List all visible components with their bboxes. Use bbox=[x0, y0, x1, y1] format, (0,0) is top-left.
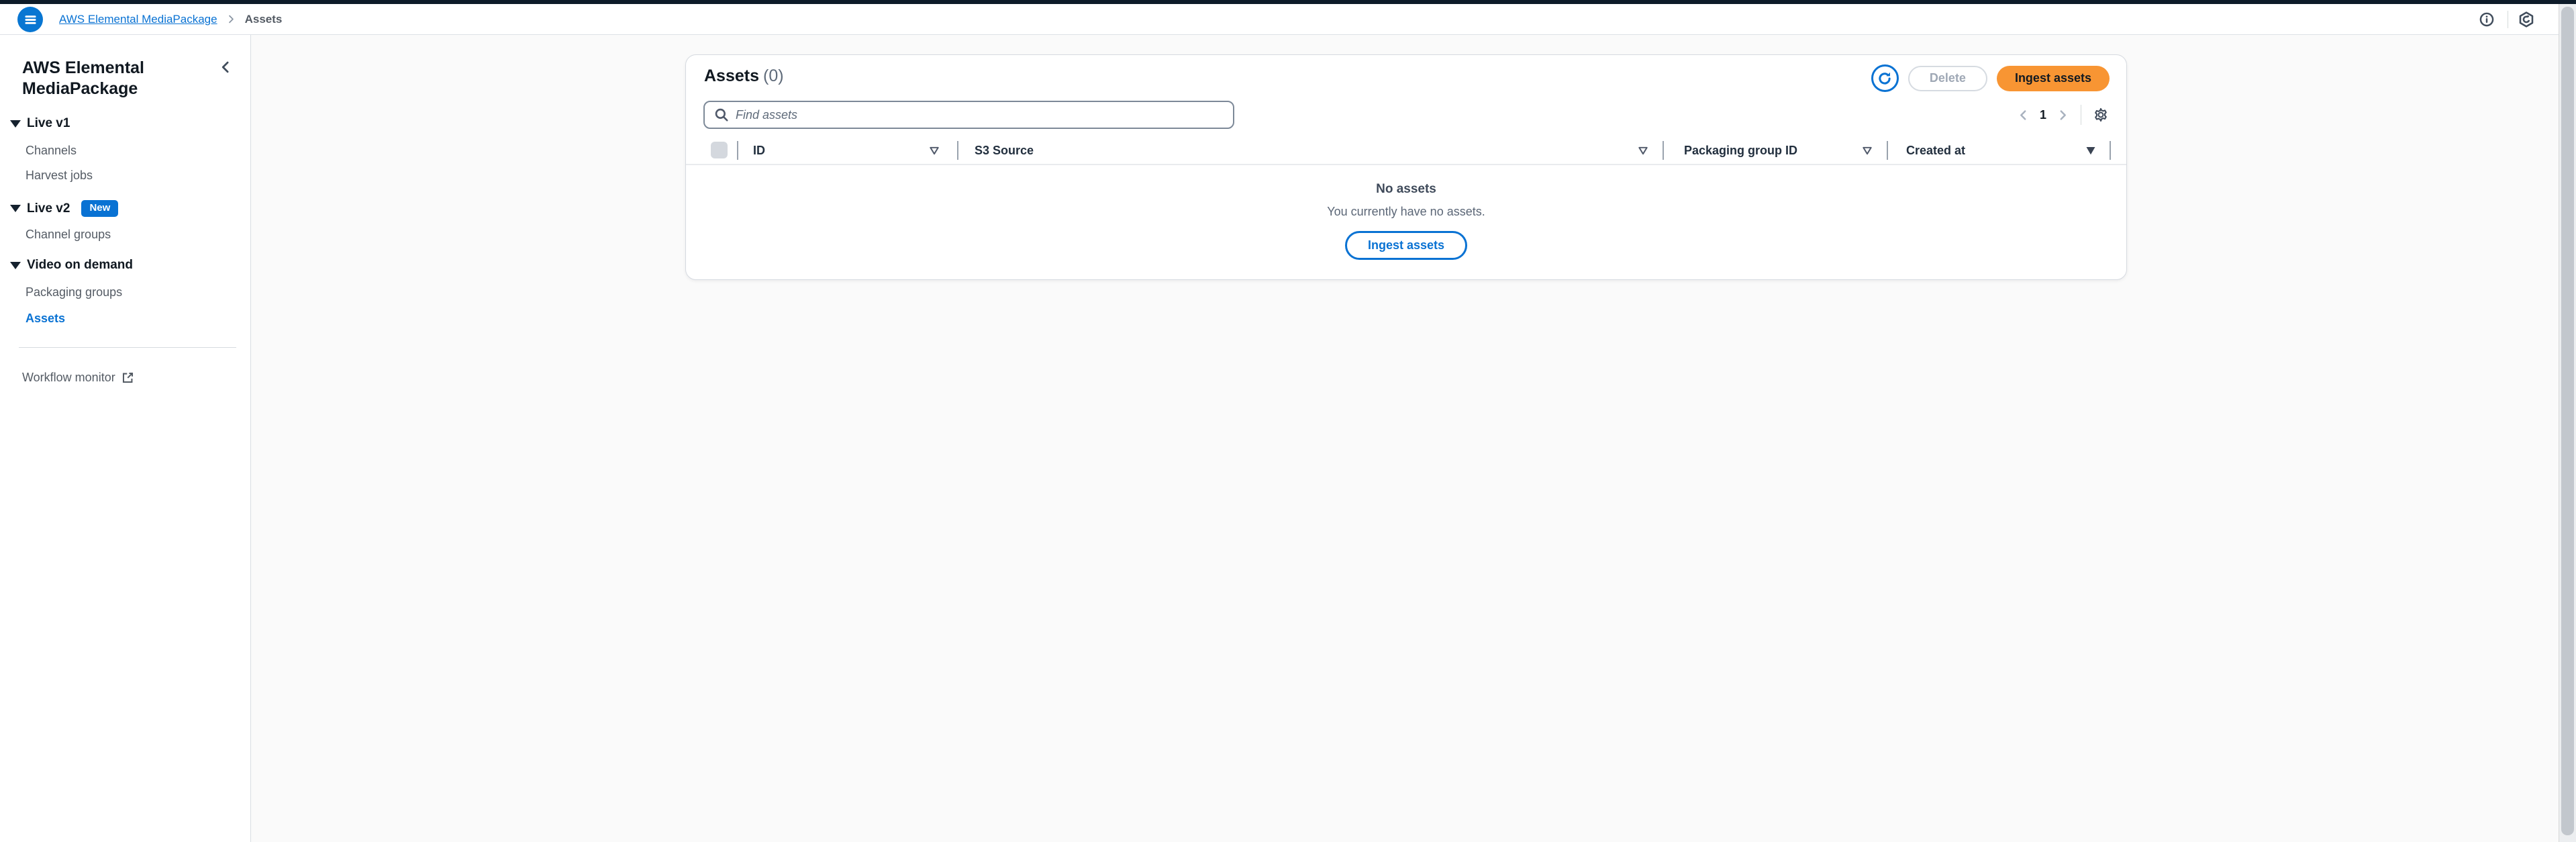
info-icon bbox=[2479, 12, 2494, 27]
triangle-down-icon bbox=[10, 262, 21, 269]
chevron-left-icon bbox=[2018, 109, 2029, 121]
assets-count: (0) bbox=[763, 66, 784, 85]
section-label: Video on demand bbox=[27, 258, 133, 273]
settings-button[interactable] bbox=[2518, 4, 2534, 34]
gear-icon bbox=[2092, 106, 2110, 124]
side-navigation: AWS Elemental MediaPackage Live v1 Chann… bbox=[0, 35, 251, 842]
table-header-row: ID S3 Source Packaging group ID Created … bbox=[686, 137, 2126, 164]
ingest-assets-empty-button[interactable]: Ingest assets bbox=[1345, 231, 1467, 260]
info-button[interactable] bbox=[2479, 4, 2494, 34]
search-icon bbox=[714, 107, 729, 122]
pagination: 1 bbox=[2018, 101, 2110, 129]
sidebar-title-link[interactable]: AWS Elemental MediaPackage bbox=[22, 58, 193, 99]
link-label: Workflow monitor bbox=[22, 371, 115, 385]
chevron-right-icon bbox=[2057, 109, 2069, 121]
breadcrumb-current: Assets bbox=[245, 13, 283, 26]
chevron-right-icon bbox=[227, 15, 236, 24]
triangle-down-icon bbox=[10, 120, 21, 128]
sidebar-section-video-on-demand[interactable]: Video on demand bbox=[10, 258, 133, 273]
search-input[interactable] bbox=[736, 102, 1233, 128]
sidebar-collapse-button[interactable] bbox=[219, 60, 232, 74]
sort-icon-outline[interactable] bbox=[1638, 146, 1648, 155]
new-badge: New bbox=[81, 200, 118, 217]
section-label: Live v1 bbox=[27, 116, 70, 131]
vertical-scrollbar-thumb[interactable] bbox=[2561, 7, 2574, 835]
sidebar-item-assets[interactable]: Assets bbox=[26, 312, 65, 326]
hexagon-gear-icon bbox=[2518, 11, 2534, 28]
table-actions: Delete Ingest assets bbox=[1871, 64, 2110, 92]
next-page-button[interactable] bbox=[2057, 109, 2069, 121]
delete-button[interactable]: Delete bbox=[1908, 66, 1987, 91]
sort-icon-outline[interactable] bbox=[929, 146, 940, 155]
table-empty-state: No assets You currently have no assets. … bbox=[686, 182, 2126, 260]
breadcrumb-app-link[interactable]: AWS Elemental MediaPackage bbox=[59, 13, 217, 26]
section-label: Live v2 bbox=[27, 201, 70, 216]
sidebar-item-channel-groups[interactable]: Channel groups bbox=[26, 228, 111, 242]
hamburger-menu-button[interactable] bbox=[17, 7, 43, 32]
hamburger-icon bbox=[23, 13, 38, 27]
top-navigation-bar: AWS Elemental MediaPackage Assets bbox=[0, 4, 2559, 35]
previous-page-button[interactable] bbox=[2018, 109, 2029, 121]
sidebar-section-live-v1[interactable]: Live v1 bbox=[10, 116, 70, 131]
column-resize-handle[interactable] bbox=[957, 141, 958, 160]
page-title-text: Assets bbox=[704, 66, 759, 85]
column-header-s3-source[interactable]: S3 Source bbox=[975, 137, 1034, 164]
column-resize-handle[interactable] bbox=[1887, 141, 1888, 160]
column-resize-handle[interactable] bbox=[1663, 141, 1664, 160]
workflow-monitor-link[interactable]: Workflow monitor bbox=[22, 371, 134, 385]
chevron-left-icon bbox=[219, 60, 232, 74]
sidebar-divider bbox=[19, 347, 236, 348]
empty-state-message: You currently have no assets. bbox=[686, 205, 2126, 219]
refresh-icon bbox=[1877, 71, 1892, 86]
empty-state-title: No assets bbox=[686, 182, 2126, 197]
column-header-id[interactable]: ID bbox=[753, 137, 765, 164]
window-top-strip bbox=[0, 0, 2576, 4]
page-title: Assets(0) bbox=[704, 66, 784, 86]
refresh-button[interactable] bbox=[1871, 64, 1899, 92]
table-header-rule bbox=[686, 164, 2126, 165]
column-header-created-at[interactable]: Created at bbox=[1906, 137, 1965, 164]
search-field bbox=[703, 101, 1234, 129]
sort-icon-filled-descending[interactable] bbox=[2085, 146, 2096, 155]
page-number[interactable]: 1 bbox=[2040, 108, 2046, 122]
sort-icon-outline[interactable] bbox=[1862, 146, 1873, 155]
external-link-icon bbox=[121, 371, 134, 384]
sidebar-item-harvest-jobs[interactable]: Harvest jobs bbox=[26, 169, 93, 183]
sidebar-item-packaging-groups[interactable]: Packaging groups bbox=[26, 285, 122, 299]
vertical-scrollbar-track[interactable] bbox=[2559, 0, 2576, 842]
assets-table-card: Assets(0) Delete Ingest assets 1 bbox=[685, 54, 2127, 280]
breadcrumb: AWS Elemental MediaPackage Assets bbox=[59, 4, 282, 34]
column-header-packaging-group-id[interactable]: Packaging group ID bbox=[1684, 137, 1797, 164]
select-all-checkbox bbox=[711, 142, 728, 158]
sidebar-item-channels[interactable]: Channels bbox=[26, 144, 77, 158]
column-resize-handle[interactable] bbox=[2110, 141, 2111, 160]
sidebar-section-live-v2[interactable]: Live v2 New bbox=[10, 200, 118, 217]
ingest-assets-button[interactable]: Ingest assets bbox=[1997, 66, 2110, 91]
column-resize-handle[interactable] bbox=[737, 141, 738, 160]
triangle-down-icon bbox=[10, 205, 21, 212]
table-preferences-button[interactable] bbox=[2092, 106, 2110, 124]
